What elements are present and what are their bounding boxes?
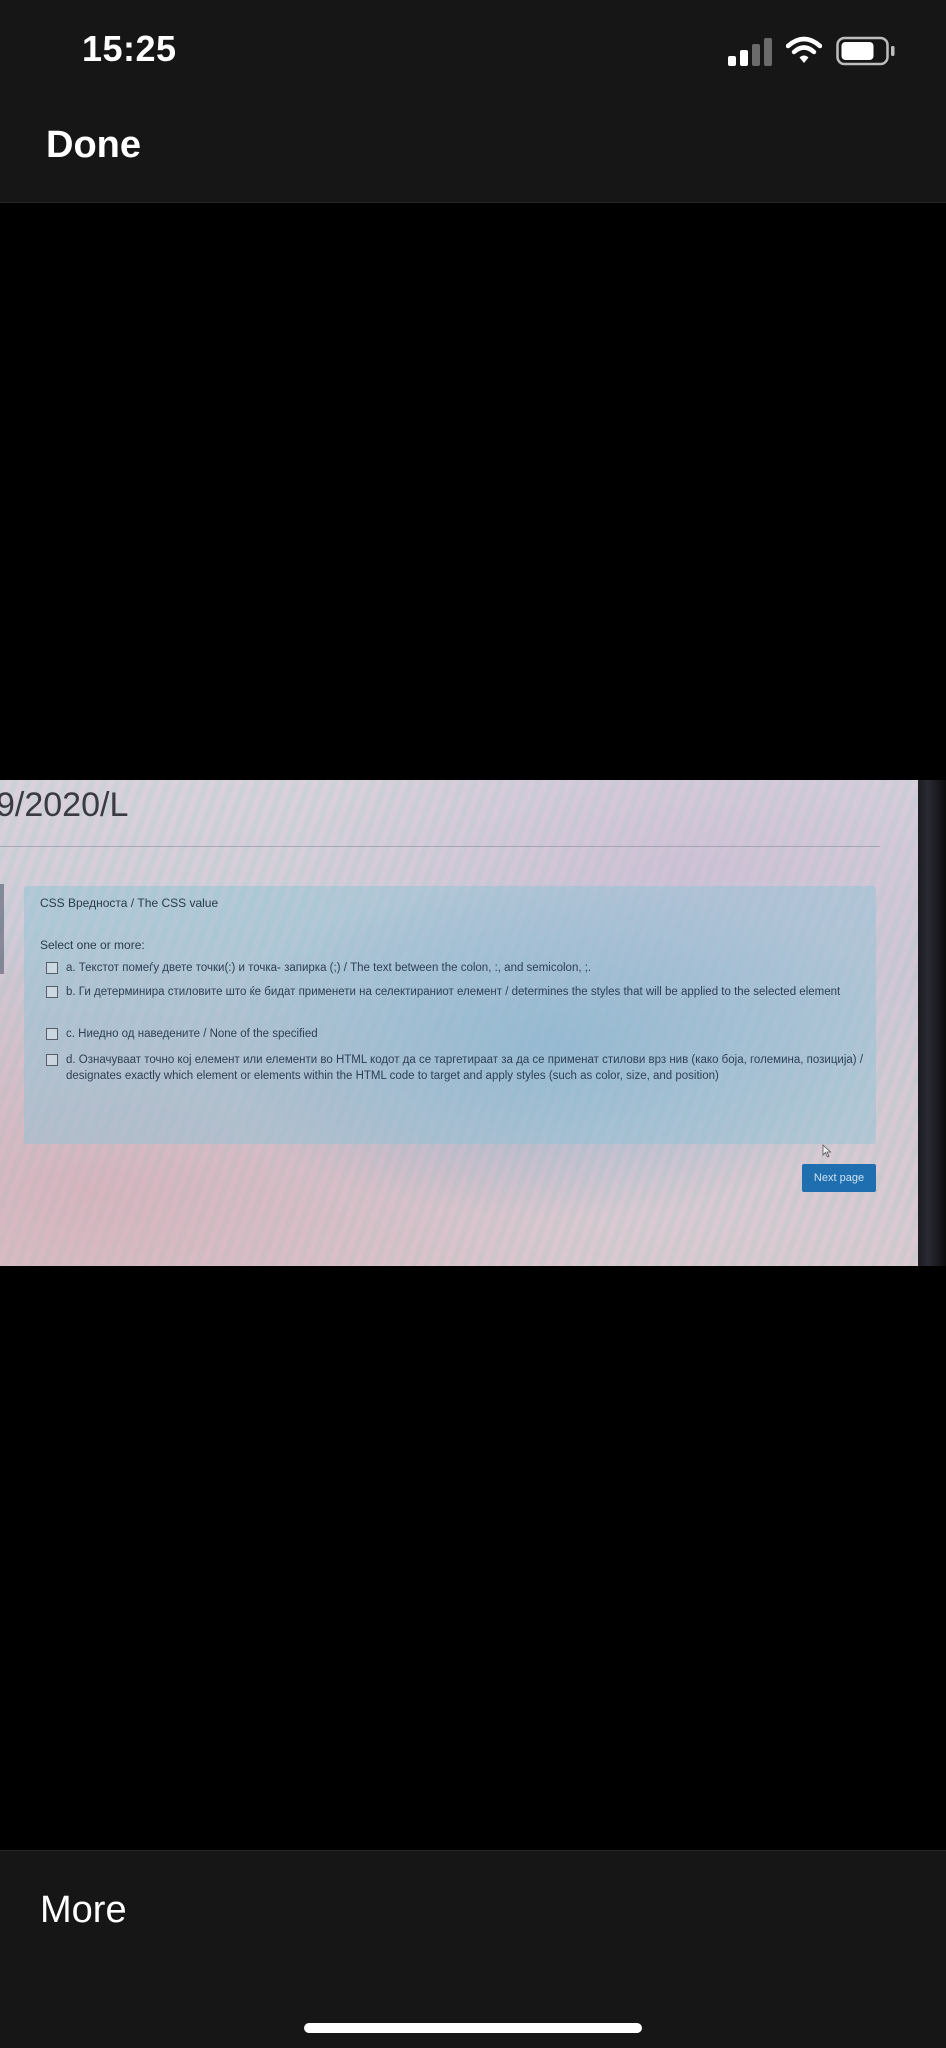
question-title: CSS Вредноста / The CSS value <box>40 896 219 910</box>
home-indicator[interactable] <box>304 2023 642 2033</box>
course-title: 9/2020/L <box>0 786 129 824</box>
answer-option-b[interactable]: b. Ги детерминира стиловите што ќе бидат… <box>46 984 876 1000</box>
checkbox[interactable] <box>46 1054 58 1066</box>
cellular-signal-icon <box>728 38 772 66</box>
answer-option-a[interactable]: a. Текстот помеѓу двете точки(:) и точка… <box>46 960 876 976</box>
wifi-icon <box>786 36 822 63</box>
status-time: 15:25 <box>82 28 177 69</box>
select-instruction: Select one or more: <box>40 938 145 952</box>
question-panel: CSS Вредноста / The CSS value Select one… <box>24 886 876 1144</box>
bottom-toolbar: More <box>0 1850 946 2048</box>
laptop-bezel-edge <box>918 780 946 1266</box>
option-label: c. Ниедно од наведените / None of the sp… <box>66 1028 318 1040</box>
next-page-button[interactable]: Next page <box>802 1164 876 1192</box>
option-label: a. Текстот помеѓу двете точки(:) и точка… <box>66 962 592 974</box>
checkbox[interactable] <box>46 986 58 998</box>
option-label: d. Означуваат точно кој елемент или елем… <box>66 1054 864 1082</box>
divider <box>0 846 880 847</box>
answer-option-d[interactable]: d. Означуваат точно кој елемент или елем… <box>46 1052 876 1084</box>
checkbox[interactable] <box>46 962 58 974</box>
top-toolbar: Done <box>0 100 946 203</box>
option-label: b. Ги детерминира стиловите што ќе бидат… <box>66 986 841 998</box>
status-bar: 15:25 <box>0 0 946 100</box>
answer-option-c[interactable]: c. Ниедно од наведените / None of the sp… <box>46 1026 876 1042</box>
photo-viewer-screen: 15:25 Done 9/2020/L CSS Вредноста / The … <box>0 0 946 2048</box>
photo-image: 9/2020/L CSS Вредноста / The CSS value S… <box>0 780 918 1266</box>
checkbox[interactable] <box>46 1028 58 1040</box>
battery-icon <box>836 36 895 66</box>
done-button[interactable]: Done <box>46 124 141 167</box>
info-tab <box>0 884 4 974</box>
mouse-cursor-icon <box>822 1144 832 1158</box>
more-button[interactable]: More <box>40 1889 127 1932</box>
